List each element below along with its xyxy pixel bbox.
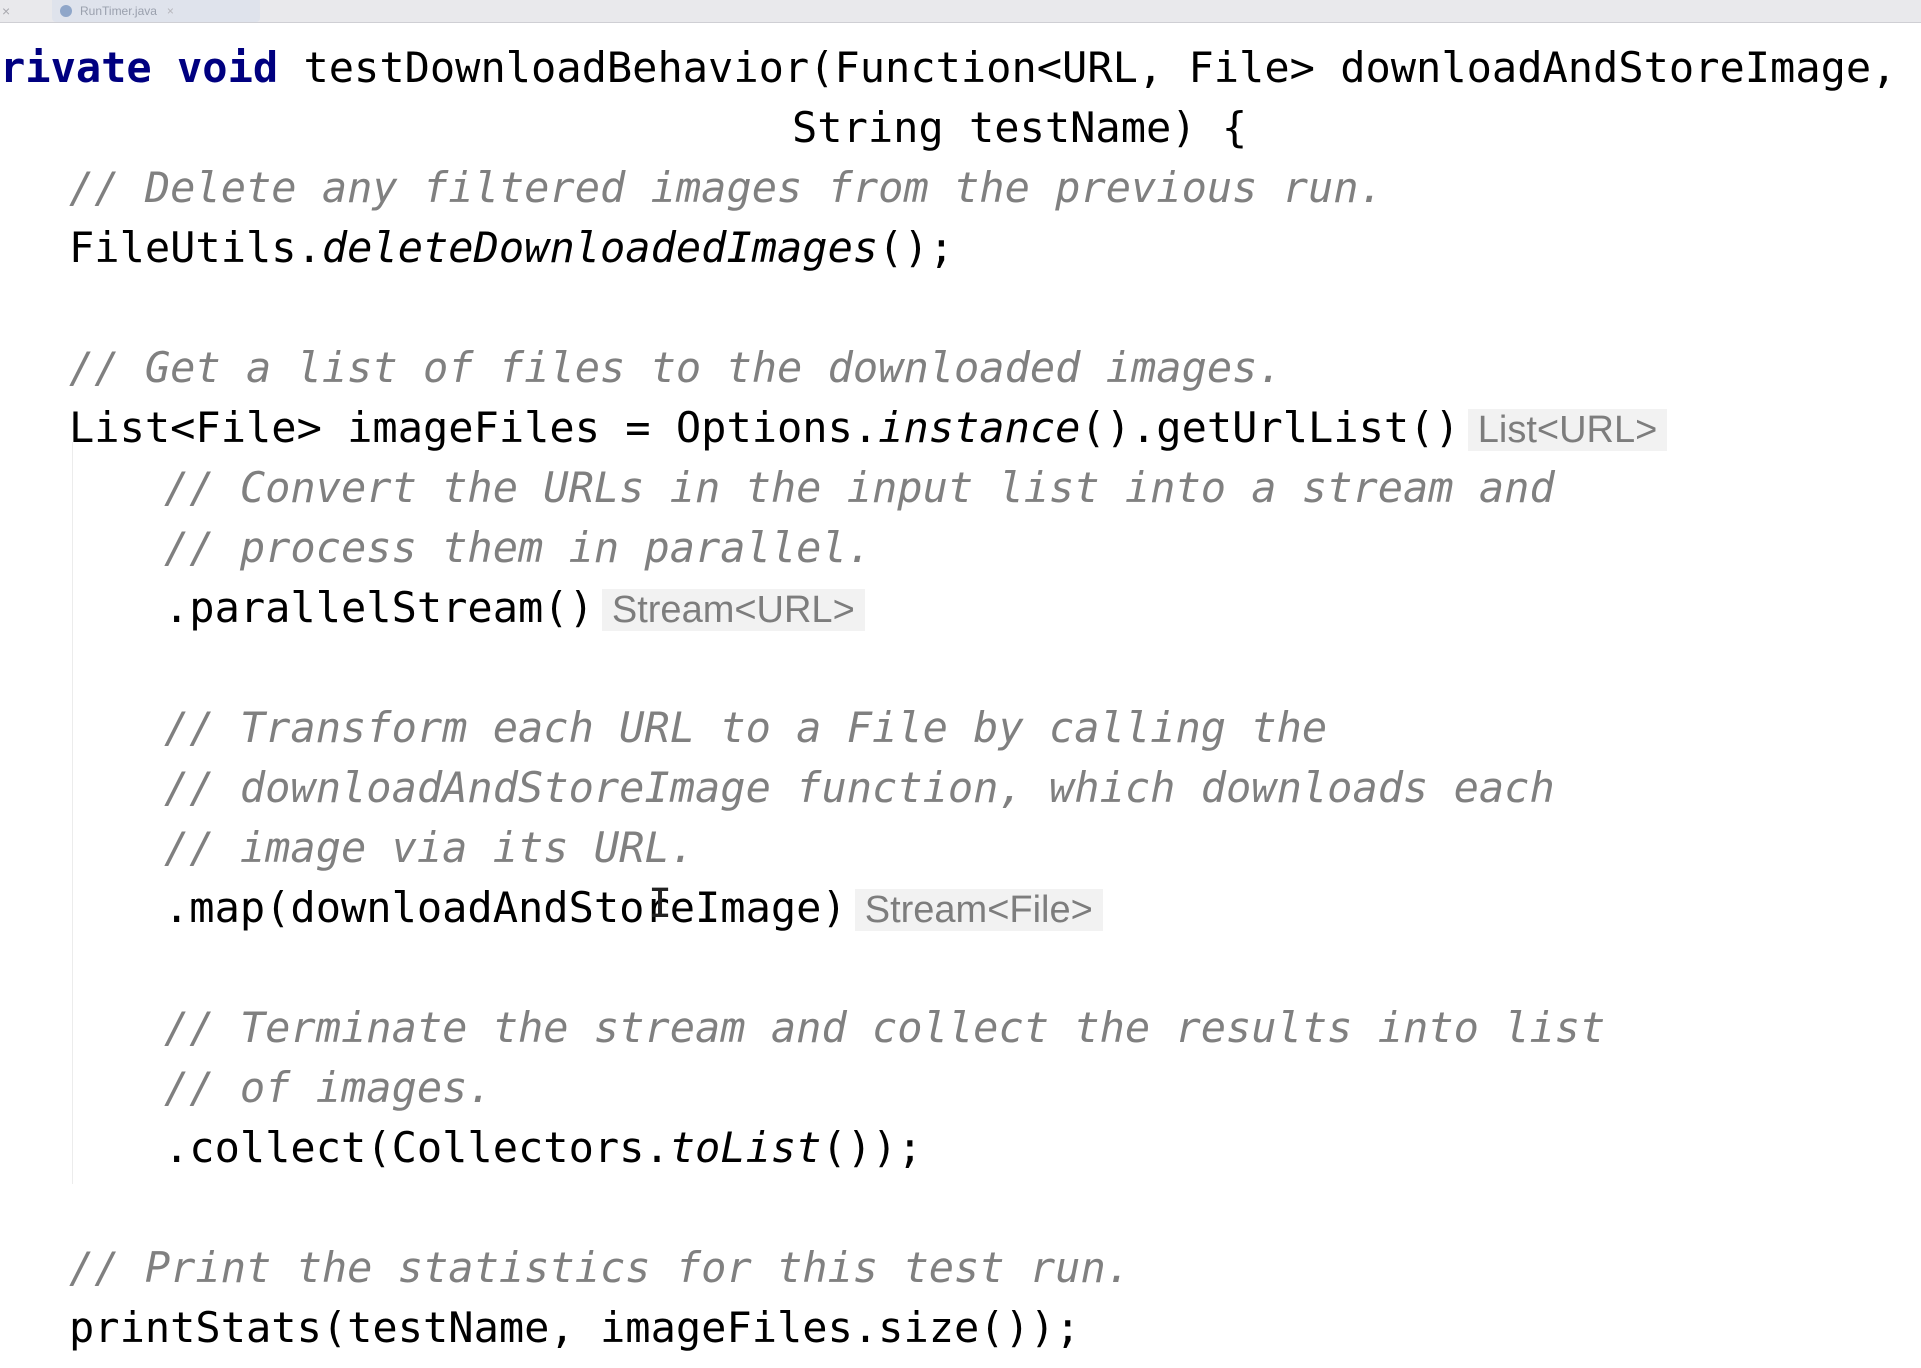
code-line-15: .map(downloadAndStoreImage) Stream<File>	[164, 878, 1103, 938]
tab-close-icon[interactable]: ×	[2, 0, 32, 22]
comment: // of images.	[164, 1063, 493, 1112]
code-line-12: // Transform each URL to a File by calli…	[164, 698, 1327, 758]
code-line-14: // image via its URL.	[164, 818, 695, 878]
comment: // Convert the URLs in the input list in…	[164, 463, 1555, 512]
comment: // Print the statistics for this test ru…	[69, 1243, 1132, 1292]
method-signature: testDownloadBehavior(Function<URL, File>…	[278, 43, 1897, 92]
type-hint: Stream<File>	[854, 889, 1103, 931]
keyword-void: void	[177, 43, 279, 92]
text-cursor-icon: I	[648, 881, 673, 927]
keyword-private: rivate	[0, 43, 152, 92]
code-line-4: FileUtils.deleteDownloadedImages();	[69, 223, 955, 272]
code-line-3: // Delete any filtered images from the p…	[69, 158, 1384, 218]
code-line-8: // Convert the URLs in the input list in…	[164, 458, 1555, 518]
code-line-6: // Get a list of files to the downloaded…	[69, 338, 1283, 398]
code-line-9: // process them in parallel.	[164, 518, 872, 578]
type-hint: Stream<URL>	[601, 589, 865, 631]
tab-file-close-icon[interactable]: ×	[167, 4, 174, 18]
code-line-17: // Terminate the stream and collect the …	[164, 998, 1605, 1058]
code-line-10: .parallelStream() Stream<URL>	[164, 578, 865, 638]
comment: // Transform each URL to a File by calli…	[164, 703, 1328, 752]
code-line-21: // Print the statistics for this test ru…	[69, 1238, 1131, 1298]
tab-label: RunTimer.java	[80, 4, 157, 18]
code-line-18: // of images.	[164, 1058, 493, 1118]
comment: // downloadAndStoreImage function, which…	[164, 763, 1555, 812]
comment: // Terminate the stream and collect the …	[164, 1003, 1606, 1052]
code-line-1: rivate void testDownloadBehavior(Functio…	[0, 38, 1896, 98]
comment: // Get a list of files to the downloaded…	[69, 343, 1283, 392]
editor-tab-bar: × RunTimer.java ×	[0, 0, 1921, 23]
comment: // image via its URL.	[164, 823, 696, 872]
code-line-13: // downloadAndStoreImage function, which…	[164, 758, 1555, 818]
indent-guide	[72, 442, 73, 1184]
comment: // Delete any filtered images from the p…	[69, 163, 1384, 212]
code-editor[interactable]: rivate void testDownloadBehavior(Functio…	[0, 22, 1921, 1368]
type-hint: List<URL>	[1467, 409, 1668, 451]
code-line-2: String testName) {	[792, 103, 1248, 152]
tab-runtimer-java[interactable]: RunTimer.java ×	[52, 0, 260, 22]
comment: // process them in parallel.	[164, 523, 873, 572]
code-line-22: printStats(testName, imageFiles.size());	[69, 1303, 1081, 1352]
java-class-icon	[60, 5, 72, 17]
code-line-7: List<File> imageFiles = Options.instance…	[69, 398, 1668, 458]
code-line-19: .collect(Collectors.toList());	[164, 1123, 923, 1172]
